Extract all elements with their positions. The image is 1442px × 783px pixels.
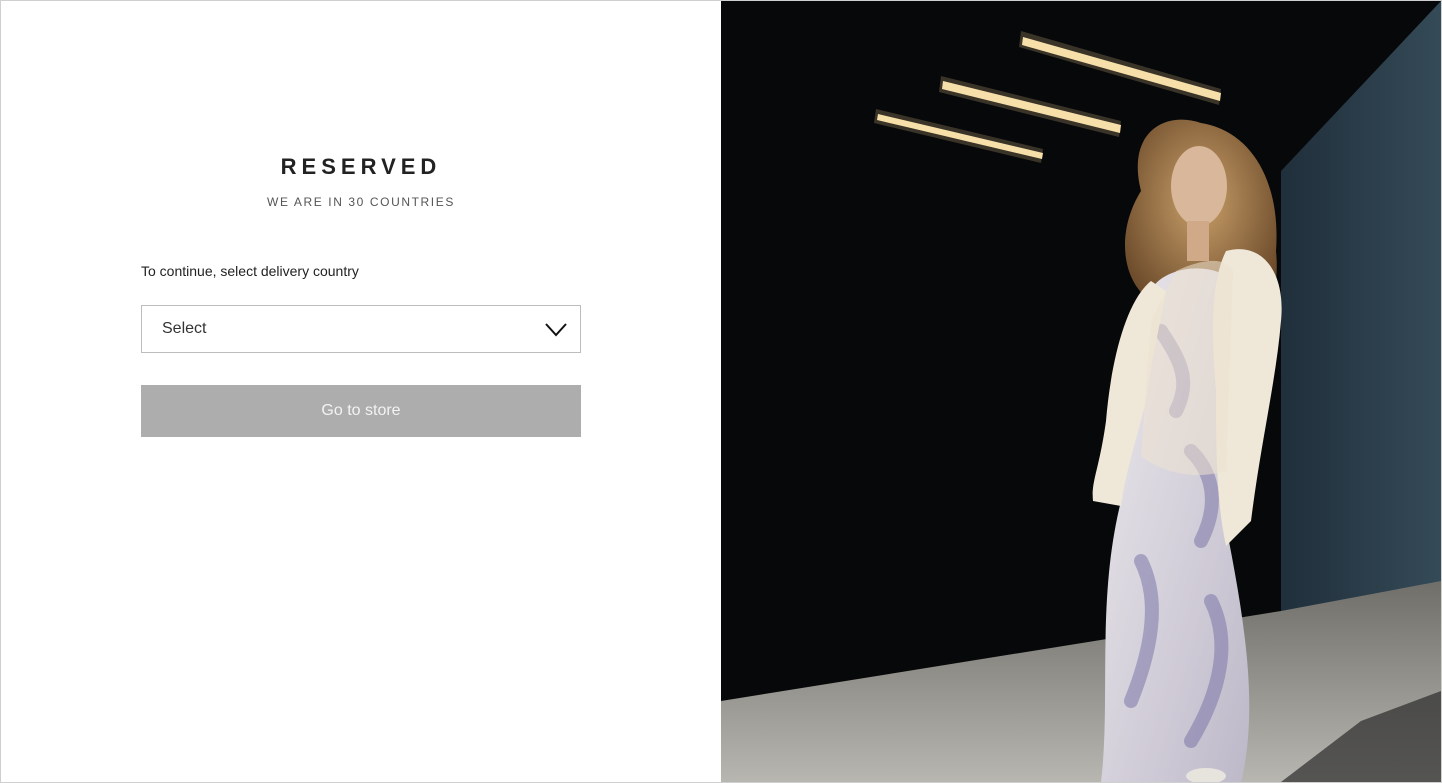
select-value: Select — [162, 320, 207, 337]
hero-photo — [721, 1, 1441, 782]
brand-logo: RESERVED — [280, 154, 442, 179]
brand-tagline: WE ARE IN 30 COUNTRIES — [267, 195, 455, 209]
country-selector-page: RESERVED WE ARE IN 30 COUNTRIES To conti… — [0, 0, 1442, 783]
chevron-down-icon — [545, 323, 567, 337]
hero-image — [721, 1, 1441, 782]
country-selector-panel: RESERVED WE ARE IN 30 COUNTRIES To conti… — [1, 1, 721, 782]
delivery-country-prompt: To continue, select delivery country — [141, 263, 359, 279]
delivery-country-select[interactable]: Select — [141, 305, 581, 353]
go-to-store-button[interactable]: Go to store — [141, 385, 581, 437]
